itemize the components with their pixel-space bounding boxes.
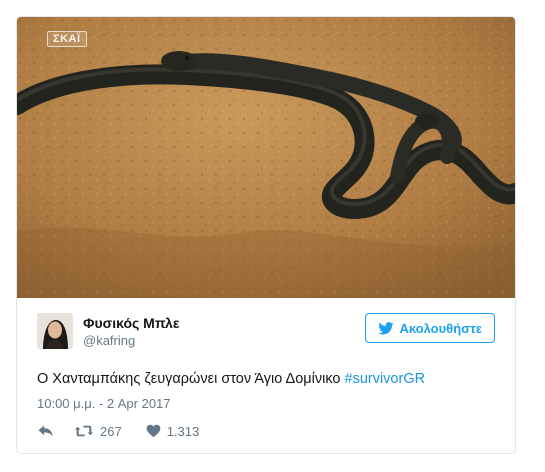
display-name[interactable]: Φυσικός Μπλε bbox=[83, 314, 179, 332]
retweet-icon bbox=[74, 425, 94, 437]
reply-icon bbox=[38, 425, 53, 437]
tweet-actions: 267 1.313 bbox=[37, 421, 199, 441]
hashtag-link[interactable]: #survivorGR bbox=[345, 371, 426, 387]
user-name-block[interactable]: Φυσικός Μπλε @kafring bbox=[83, 314, 179, 350]
reply-button[interactable] bbox=[37, 424, 54, 438]
tweet-body: Ο Χανταμπάκης ζευγαρώνει στον Άγιο Δομίν… bbox=[37, 371, 345, 387]
avatar[interactable] bbox=[37, 313, 73, 349]
tweet-text: Ο Χανταμπάκης ζευγαρώνει στον Άγιο Δομίν… bbox=[37, 369, 495, 389]
channel-logo: ΣΚΑΪ bbox=[47, 31, 87, 47]
embedded-tweet-card: ΣΚΑΪ Φυσικός Μπλε @kafring Ακολουθήστε Ο… bbox=[16, 16, 516, 454]
like-button[interactable]: 1.313 bbox=[146, 423, 200, 439]
retweet-button[interactable]: 267 bbox=[74, 424, 122, 439]
tweet-header: Φυσικός Μπλε @kafring Ακολουθήστε bbox=[37, 313, 495, 353]
like-count: 1.313 bbox=[166, 423, 200, 439]
twitter-bird-icon bbox=[378, 321, 394, 334]
follow-button-label: Ακολουθήστε bbox=[399, 320, 482, 336]
avatar-image bbox=[37, 313, 73, 349]
follow-button[interactable]: Ακολουθήστε bbox=[365, 313, 495, 343]
tweet-timestamp[interactable]: 10:00 μ.μ. - 2 Apr 2017 bbox=[37, 395, 171, 413]
user-handle[interactable]: @kafring bbox=[83, 332, 179, 350]
tweet-media-image[interactable]: ΣΚΑΪ bbox=[17, 17, 515, 298]
snake-on-sand-image bbox=[17, 17, 515, 298]
heart-icon bbox=[146, 424, 161, 438]
retweet-count: 267 bbox=[100, 423, 122, 439]
